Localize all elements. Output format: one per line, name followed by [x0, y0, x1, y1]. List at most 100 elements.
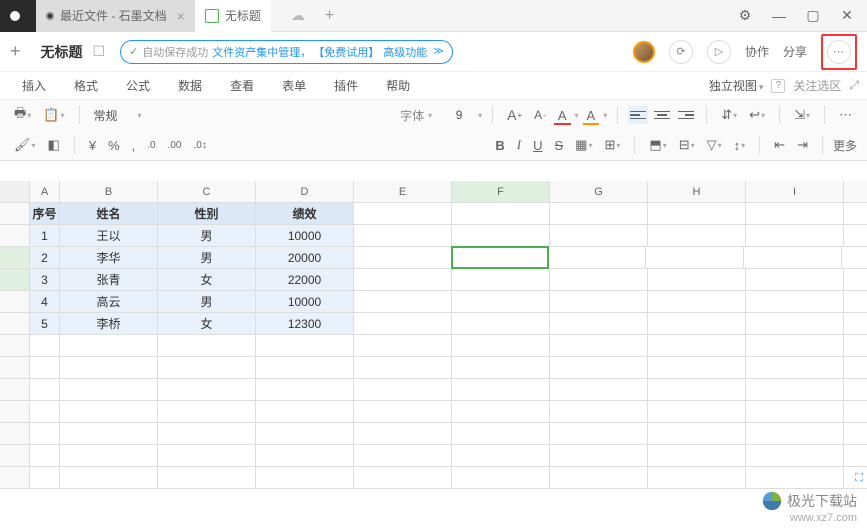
cell[interactable]: [550, 335, 648, 356]
share-button[interactable]: 分享: [783, 43, 807, 60]
col-header-H[interactable]: H: [648, 181, 746, 202]
cell[interactable]: [60, 379, 158, 400]
history-button[interactable]: ⟳: [669, 40, 693, 64]
play-button[interactable]: ▷: [707, 40, 731, 64]
document-title[interactable]: 无标题: [41, 42, 83, 62]
cell[interactable]: [746, 225, 844, 246]
col-header-C[interactable]: C: [158, 181, 256, 202]
avatar[interactable]: [633, 41, 655, 63]
row-header[interactable]: [0, 423, 30, 444]
row-header[interactable]: [0, 335, 30, 356]
cell[interactable]: [158, 379, 256, 400]
col-header-E[interactable]: E: [354, 181, 452, 202]
cell[interactable]: [452, 203, 550, 224]
cell[interactable]: 12300: [256, 313, 354, 334]
wrap-button[interactable]: ↩▾: [745, 105, 769, 125]
autofit-button[interactable]: ⇲▾: [790, 105, 814, 125]
more-tools-button[interactable]: 更多: [833, 137, 857, 154]
cell[interactable]: [256, 445, 354, 466]
cell[interactable]: [354, 379, 452, 400]
cell[interactable]: [746, 203, 844, 224]
cell[interactable]: [452, 423, 550, 444]
cell[interactable]: 李华: [60, 247, 158, 268]
menu-plugin[interactable]: 插件: [320, 77, 372, 94]
cell[interactable]: [746, 291, 844, 312]
cell[interactable]: [354, 291, 452, 312]
font-decrease-button[interactable]: A-: [530, 106, 550, 124]
cell[interactable]: 高云: [60, 291, 158, 312]
currency-button[interactable]: ¥: [85, 136, 100, 155]
cell[interactable]: [60, 357, 158, 378]
indent-inc-button[interactable]: ⇥: [793, 135, 812, 155]
cell[interactable]: [30, 357, 60, 378]
insert-row-button[interactable]: ⬒▾: [645, 135, 670, 155]
cell[interactable]: 2: [30, 247, 60, 268]
cell[interactable]: [60, 467, 158, 488]
font-increase-button[interactable]: A+: [503, 105, 526, 125]
cell[interactable]: [648, 313, 746, 334]
decimal-toggle-button[interactable]: .0↕: [190, 138, 211, 153]
sort-button[interactable]: ↕▾: [730, 136, 750, 155]
close-icon[interactable]: ×: [177, 8, 185, 24]
cell[interactable]: [452, 291, 550, 312]
cell[interactable]: [746, 423, 844, 444]
cell[interactable]: [746, 335, 844, 356]
paste-button[interactable]: 📋▾: [39, 105, 68, 125]
bold-button[interactable]: B: [491, 136, 508, 155]
cell[interactable]: [550, 269, 648, 290]
cell[interactable]: [158, 401, 256, 422]
cell[interactable]: [354, 225, 452, 246]
cell[interactable]: [452, 401, 550, 422]
cell[interactable]: [746, 401, 844, 422]
row-header[interactable]: [0, 357, 30, 378]
font-color-button[interactable]: A: [554, 106, 571, 125]
comma-button[interactable]: ,: [128, 136, 140, 155]
cell[interactable]: [451, 246, 549, 269]
cell[interactable]: [550, 225, 648, 246]
cell[interactable]: [648, 467, 746, 488]
menu-format[interactable]: 格式: [60, 77, 112, 94]
cell[interactable]: [354, 269, 452, 290]
fullscreen-icon[interactable]: ⛶: [855, 472, 863, 485]
col-header-F[interactable]: F: [452, 181, 550, 202]
border-button[interactable]: ▦▾: [571, 135, 596, 155]
col-header-D[interactable]: D: [256, 181, 354, 202]
cell[interactable]: [452, 467, 550, 488]
cell[interactable]: 20000: [256, 247, 354, 268]
cell[interactable]: 1: [30, 225, 60, 246]
cell[interactable]: [60, 401, 158, 422]
cell[interactable]: [452, 357, 550, 378]
cell[interactable]: 女: [158, 269, 256, 290]
cell[interactable]: [60, 445, 158, 466]
follow-area[interactable]: 关注选区: [793, 77, 841, 94]
tab-untitled[interactable]: 无标题: [195, 0, 271, 32]
cell[interactable]: [452, 313, 550, 334]
cell[interactable]: [354, 401, 452, 422]
cell[interactable]: [452, 335, 550, 356]
cell[interactable]: [354, 335, 452, 356]
more-menu-button[interactable]: ⋯: [827, 40, 851, 64]
trial-link[interactable]: 【免费试用】: [313, 44, 379, 60]
cell[interactable]: 3: [30, 269, 60, 290]
italic-button[interactable]: I: [513, 135, 525, 155]
menu-view[interactable]: 查看: [216, 77, 268, 94]
cell[interactable]: [158, 467, 256, 488]
cell[interactable]: [30, 467, 60, 488]
col-header-I[interactable]: I: [746, 181, 844, 202]
percent-button[interactable]: %: [104, 136, 124, 155]
help-icon[interactable]: ?: [771, 79, 785, 93]
menu-formula[interactable]: 公式: [112, 77, 164, 94]
strike-button[interactable]: S: [551, 136, 568, 155]
filter-button[interactable]: ▽▾: [703, 135, 726, 155]
cell[interactable]: 性别: [158, 203, 256, 224]
col-header-B[interactable]: B: [60, 181, 158, 202]
cell[interactable]: 王以: [60, 225, 158, 246]
menu-data[interactable]: 数据: [164, 77, 216, 94]
cell[interactable]: [746, 467, 844, 488]
cell[interactable]: [648, 379, 746, 400]
cell[interactable]: 序号: [30, 203, 60, 224]
cell[interactable]: [648, 225, 746, 246]
cell[interactable]: [354, 445, 452, 466]
col-header-A[interactable]: A: [30, 181, 60, 202]
cell[interactable]: [746, 313, 844, 334]
